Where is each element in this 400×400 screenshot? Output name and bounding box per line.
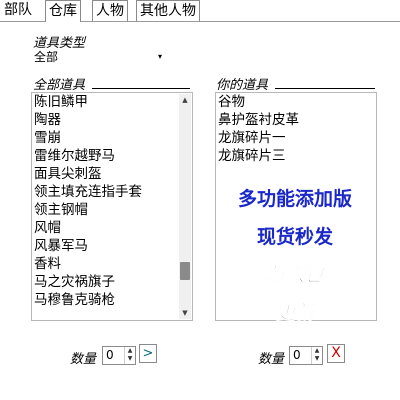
stepper-arrows-icon[interactable]: ▲ ▼ <box>311 347 322 364</box>
list-item[interactable]: 雪崩 <box>32 129 178 147</box>
list-item[interactable]: 陈旧鳞甲 <box>32 93 178 111</box>
right-quantity-stepper[interactable]: 0 ▲ ▼ <box>289 346 323 365</box>
scroll-up-icon[interactable]: ▲ <box>179 94 191 106</box>
promo-line-2: 现货秒发 <box>256 226 333 248</box>
list-item[interactable]: 陶器 <box>32 111 178 129</box>
all-items-list[interactable]: 陈旧鳞甲 陶器 雪崩 雷维尔越野马 面具尖刺盔 领主填充连指手套 领主钢帽 风帽 风暴军马 香料马… <box>31 92 193 321</box>
add-item-button[interactable]: > <box>139 344 157 363</box>
all-items-scrollbar[interactable]: ▲ ▼ <box>179 94 191 319</box>
tab-warehouse[interactable]: 仓库 <box>45 0 81 22</box>
all-items-label: 全部道具 <box>33 78 86 93</box>
item-type-selected-value: 全部 <box>34 50 59 64</box>
promo-line-1: 多功能添加版 <box>237 188 352 210</box>
all-items-underline <box>92 88 190 89</box>
list-item[interactable]: 风帽 <box>32 219 178 237</box>
list-item[interactable]: 龙旗碎片一 <box>216 129 362 147</box>
right-quantity-value: 0 <box>293 348 301 362</box>
list-item[interactable]: 风暴军马 <box>32 237 178 255</box>
left-quantity-stepper[interactable]: 0 ▲ ▼ <box>102 346 136 365</box>
scroll-down-icon[interactable]: ▼ <box>179 307 191 319</box>
list-item[interactable]: 龙旗碎片三 <box>216 147 362 165</box>
left-quantity-label: 数量 <box>70 352 97 367</box>
list-item[interactable]: 马之灾祸旗子 <box>32 273 178 291</box>
promo-line-4: 更新 <box>275 302 315 325</box>
promo-line-3: 新版包 <box>266 264 324 287</box>
tab-other-characters[interactable]: 其他人物 <box>136 0 200 21</box>
list-item[interactable]: 面具尖刺盔 <box>32 165 178 183</box>
my-items-label: 你的道具 <box>216 78 269 93</box>
list-item[interactable]: 领主填充连指手套 <box>32 183 178 201</box>
list-item[interactable]: 香料 <box>32 255 178 273</box>
remove-item-button[interactable]: X <box>327 344 345 363</box>
my-items-container: 谷物 鼻护盔衬皮革 龙旗碎片一 龙旗碎片三 <box>216 93 362 165</box>
tab-troops[interactable]: 部队 <box>1 0 35 20</box>
item-type-select[interactable]: 全部 ▾ <box>32 49 168 65</box>
tab-bar: 部队 仓库 人物 其他人物 <box>0 0 400 22</box>
list-item[interactable]: 鼻护盔衬皮革 <box>216 111 362 129</box>
list-item[interactable]: 雷维尔越野马 <box>32 147 178 165</box>
list-item[interactable]: 马穆鲁克骑枪 <box>32 291 178 309</box>
list-item[interactable]: 谷物 <box>216 93 362 111</box>
list-item[interactable]: 领主钢帽 <box>32 201 178 219</box>
stepper-arrows-icon[interactable]: ▲ ▼ <box>124 347 135 364</box>
right-quantity-label: 数量 <box>258 352 285 367</box>
left-quantity-value: 0 <box>106 348 114 362</box>
tab-characters[interactable]: 人物 <box>92 0 128 21</box>
scrollbar-thumb[interactable] <box>180 262 190 280</box>
dropdown-arrow-icon[interactable]: ▾ <box>154 49 166 65</box>
my-items-underline <box>275 88 375 89</box>
all-items-container: 陈旧鳞甲 陶器 雪崩 雷维尔越野马 面具尖刺盔 领主填充连指手套 领主钢帽 风帽 风暴军马 香料马… <box>32 93 178 309</box>
